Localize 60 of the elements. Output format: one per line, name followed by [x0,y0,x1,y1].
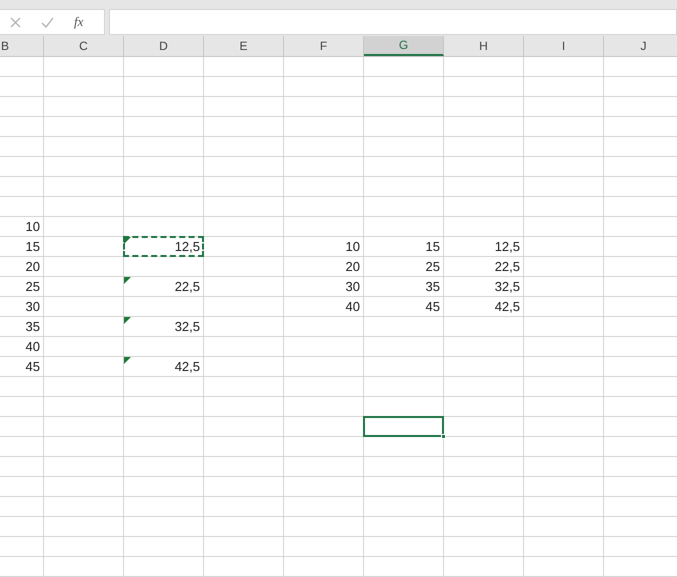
grid-cell[interactable]: 15 [0,237,44,257]
grid-cell[interactable]: 35 [0,317,44,337]
grid-cell[interactable]: 30 [284,277,364,297]
grid-cell[interactable]: 35 [364,277,444,297]
grid-cell[interactable]: 30 [0,297,44,317]
cell-value: 22,5 [174,279,200,294]
enter-checkmark-icon[interactable] [41,16,54,28]
column-header[interactable]: G [364,36,444,56]
cell-value: 35 [26,319,40,334]
cell-value: 10 [26,219,40,234]
grid-cell[interactable]: 40 [284,297,364,317]
cell-value: 10 [346,239,360,254]
cell-value: 22,5 [494,259,520,274]
grid-cell[interactable]: 10 [0,217,44,237]
column-header[interactable]: B [0,36,44,56]
cancel-icon[interactable] [10,16,21,28]
grid-cell[interactable]: 12,5 [444,237,524,257]
cell-value: 42,5 [494,299,520,314]
grid-cell[interactable]: 20 [284,257,364,277]
grid-cell[interactable]: 10 [284,237,364,257]
grid-cell[interactable]: 45 [0,357,44,377]
cell-value: 32,5 [494,279,520,294]
formula-input-field[interactable] [109,9,677,35]
grid-cell[interactable]: 40 [0,337,44,357]
cell-value: 12,5 [494,239,520,254]
grid-cell[interactable]: 25 [364,257,444,277]
column-header[interactable]: D [124,36,204,56]
column-header[interactable]: E [204,36,284,56]
cell-value: 25 [426,259,440,274]
grid-cell[interactable]: 12,5 [124,237,204,257]
cell-value: 30 [26,299,40,314]
cell-value: 20 [346,259,360,274]
cell-value: 35 [426,279,440,294]
column-header[interactable]: H [444,36,524,56]
cell-value: 20 [26,259,40,274]
cell-value: 12,5 [174,239,200,254]
cell-value: 15 [26,239,40,254]
grid-cell[interactable]: 25 [0,277,44,297]
cell-value: 45 [26,359,40,374]
grid-cell[interactable]: 32,5 [444,277,524,297]
cell-value: 42,5 [174,359,200,374]
cell-value: 15 [426,239,440,254]
grid-cell[interactable]: 22,5 [124,277,204,297]
column-header[interactable]: I [524,36,604,56]
column-header[interactable]: J [604,36,677,56]
cell-value: 25 [26,279,40,294]
cell-value: 45 [426,299,440,314]
grid-cell[interactable]: 42,5 [444,297,524,317]
grid-cell[interactable]: 42,5 [124,357,204,377]
cell-value: 40 [346,299,360,314]
grid-cell[interactable]: 45 [364,297,444,317]
column-header[interactable]: C [44,36,124,56]
cell-value: 40 [26,339,40,354]
cell-value: 30 [346,279,360,294]
grid-cell[interactable]: 32,5 [124,317,204,337]
grid-cell[interactable]: 15 [364,237,444,257]
insert-function-button[interactable]: fx [74,12,84,32]
grid-cell[interactable]: 20 [0,257,44,277]
cell-value: 32,5 [174,319,200,334]
grid-cell[interactable]: 22,5 [444,257,524,277]
